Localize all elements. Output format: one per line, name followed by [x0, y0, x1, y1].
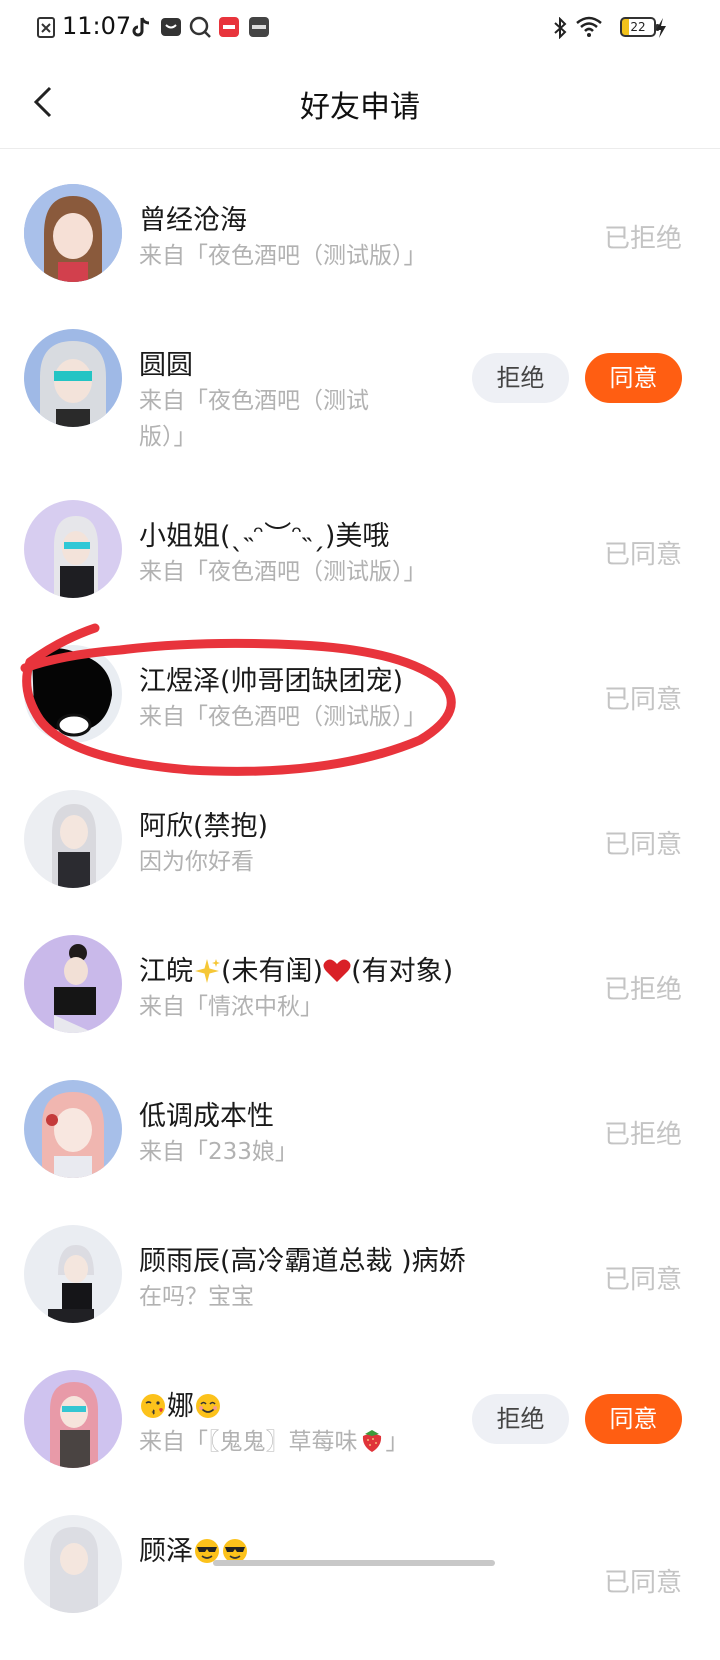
red-app-icon: [219, 17, 239, 37]
avatar[interactable]: [24, 790, 122, 888]
request-row[interactable]: 江皖 (未有闺) (有对象) 来自「情浓中秋」 已拒绝: [0, 935, 720, 1080]
request-row[interactable]: 江煜泽(帅哥团缺团宠) 来自「夜色酒吧（测试版）」 已同意: [0, 645, 720, 790]
requester-name: 小姐姐(ˎ˵ᵔ︶ᵔ˵ˏ)美哦: [139, 521, 390, 552]
smiling-face-icon: [196, 1394, 220, 1418]
avatar-image: [24, 645, 122, 743]
avatar-image: [24, 500, 122, 598]
avatar-image: [24, 790, 122, 888]
requester-name: 低调成本性: [139, 1101, 274, 1132]
request-status: 已拒绝: [603, 224, 682, 254]
requester-name: 圆圆: [139, 350, 193, 381]
notification-x-icon: [37, 17, 55, 38]
request-status: 已同意: [603, 830, 682, 860]
accept-button[interactable]: 同意: [585, 1394, 682, 1444]
avatar[interactable]: [24, 1370, 122, 1468]
request-source: 来自「夜色酒吧（测试: [139, 388, 369, 414]
request-row[interactable]: 顾泽 已同意: [0, 1515, 720, 1660]
request-status: 已同意: [603, 1568, 682, 1598]
request-row[interactable]: 顾雨辰(高冷霸道总裁 )病娇 在吗？宝宝 已同意: [0, 1225, 720, 1370]
sparkles-icon: [195, 959, 220, 983]
charging-icon: [656, 18, 666, 38]
request-source: 因为你好看: [139, 849, 254, 875]
requester-name: 顾雨辰(高冷霸道总裁 )病娇: [139, 1246, 466, 1277]
request-source: 来自「夜色酒吧（测试版）」: [139, 243, 427, 269]
page-title: 好友申请: [300, 90, 420, 125]
request-status: 已拒绝: [603, 1120, 682, 1150]
requester-name: 曾经沧海: [139, 205, 247, 236]
avatar[interactable]: [24, 1225, 122, 1323]
avatar[interactable]: [24, 645, 122, 743]
avatar[interactable]: [24, 184, 122, 282]
accept-button[interactable]: 同意: [585, 353, 682, 403]
strawberry-icon: [362, 1430, 381, 1452]
requester-name: 江皖 (未有闺) (有对象): [139, 956, 454, 987]
home-indicator[interactable]: [213, 1560, 495, 1566]
avatar-image: [24, 1080, 122, 1178]
kissing-face-icon: [141, 1394, 165, 1418]
avatar-image: [24, 935, 122, 1033]
request-row[interactable]: 阿欣(禁抱) 因为你好看 已同意: [0, 790, 720, 935]
avatar-image: [24, 329, 122, 427]
wifi-icon: [576, 16, 602, 37]
requester-name: 阿欣(禁抱): [139, 811, 269, 842]
status-time: 11:07: [62, 12, 132, 40]
request-source: 来自「情浓中秋」: [139, 994, 323, 1020]
bluetooth-icon: [554, 17, 567, 39]
request-row[interactable]: 娜 来自「〖鬼鬼〗草莓味」 拒绝 同意: [0, 1370, 720, 1515]
avatar-image: [24, 1515, 122, 1613]
search-app-icon: [189, 16, 211, 38]
request-source: 来自「夜色酒吧（测试版）」: [139, 704, 427, 730]
request-row[interactable]: 低调成本性 来自「233娘」 已拒绝: [0, 1080, 720, 1225]
request-source: 来自「夜色酒吧（测试版）」: [139, 559, 427, 585]
request-source: 来自「〖鬼鬼〗草莓味」: [139, 1424, 409, 1460]
request-source: 在吗？宝宝: [139, 1284, 254, 1310]
nav-header: 好友申请: [0, 56, 720, 149]
request-row[interactable]: 曾经沧海 来自「夜色酒吧（测试版）」 已拒绝: [0, 184, 720, 329]
avatar[interactable]: [24, 500, 122, 598]
avatar[interactable]: [24, 1515, 122, 1613]
avatar-image: [24, 184, 122, 282]
requester-name: 江煜泽(帅哥团缺团宠): [139, 666, 404, 697]
reject-button[interactable]: 拒绝: [472, 353, 569, 403]
request-source-continued: 版）」: [139, 424, 197, 450]
avatar[interactable]: [24, 935, 122, 1033]
youku-icon: [249, 17, 269, 37]
reject-button[interactable]: 拒绝: [472, 1394, 569, 1444]
request-status: 已同意: [603, 685, 682, 715]
avatar[interactable]: [24, 1080, 122, 1178]
request-status: 已拒绝: [603, 975, 682, 1005]
request-source: 来自「233娘」: [139, 1139, 298, 1165]
requester-name: 娜: [139, 1384, 222, 1423]
request-status: 已同意: [603, 1265, 682, 1295]
avatar-image: [24, 1225, 122, 1323]
tiktok-icon: [132, 17, 150, 37]
message-icon: [161, 18, 181, 36]
avatar-image: [24, 1370, 122, 1468]
battery-indicator: 22: [620, 17, 659, 37]
request-status: 已同意: [603, 540, 682, 570]
request-row[interactable]: 圆圆 来自「夜色酒吧（测试 版）」 拒绝 同意: [0, 329, 720, 499]
status-bar: 11:07 22: [0, 0, 720, 56]
request-row[interactable]: 小姐姐(ˎ˵ᵔ︶ᵔ˵ˏ)美哦 来自「夜色酒吧（测试版）」 已同意: [0, 500, 720, 645]
avatar[interactable]: [24, 329, 122, 427]
red-heart-icon: [323, 959, 351, 982]
